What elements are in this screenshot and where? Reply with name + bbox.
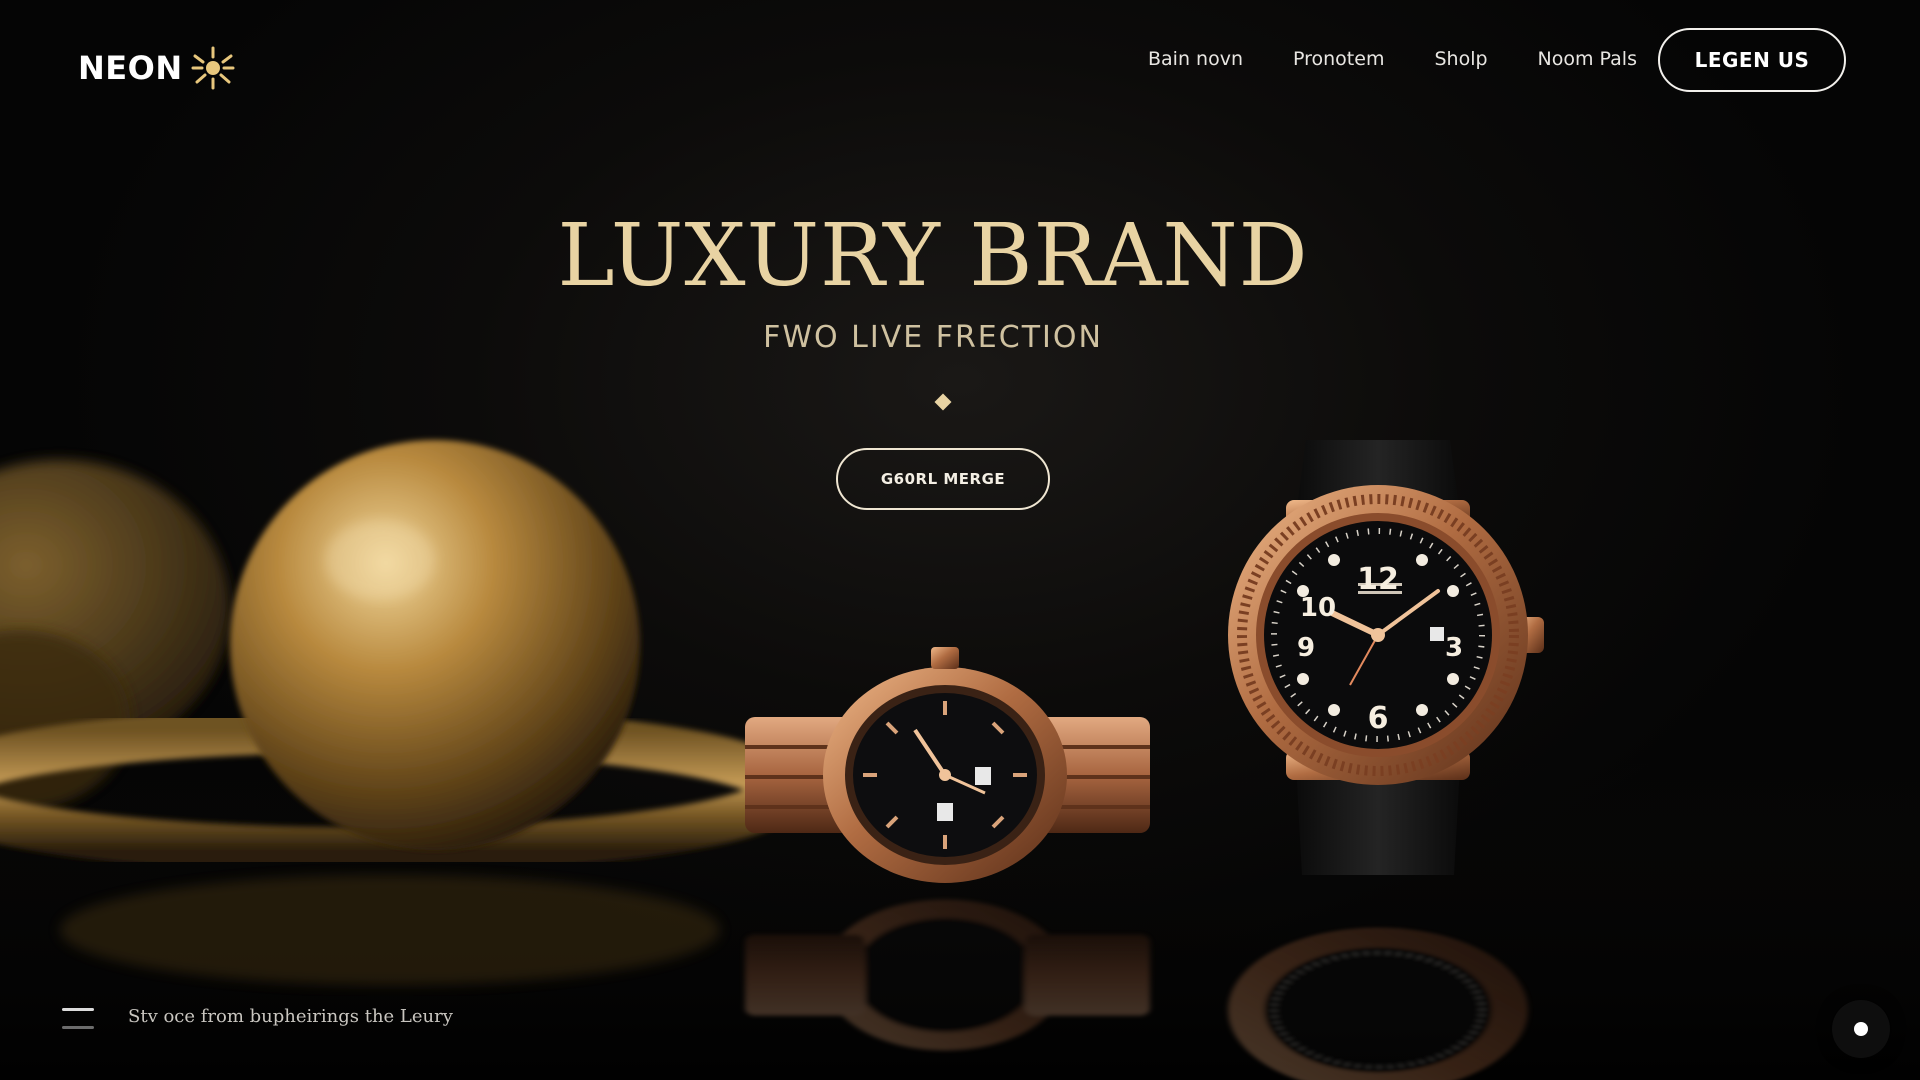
footer-tagline: Stv oce from bupheirings the Leury [128,1006,453,1027]
brand-name: NEON [78,49,183,87]
nav-item-sholp[interactable]: Sholp [1434,48,1487,70]
sun-burst-icon [191,46,235,90]
dial-numeral-3: 3 [1445,633,1463,663]
nav-item-bain-novn[interactable]: Bain novn [1148,48,1243,70]
dial-numeral-6: 6 [1368,701,1389,736]
chat-dot-icon[interactable] [1832,1000,1890,1058]
hero-title: LUXURY BRAND [557,206,1309,306]
nav-item-noom-pals[interactable]: Noom Pals [1538,48,1637,70]
menu-icon-line [62,1008,94,1011]
hero-subtitle: FWO LIVE FRECTION [763,320,1103,355]
dial-numeral-12: 12 [1357,562,1399,597]
legen-us-button[interactable]: LEGEN US [1658,28,1846,92]
nav-item-pronotem[interactable]: Pronotem [1293,48,1384,70]
brand-logo[interactable]: NEON [78,44,237,92]
menu-icon-line [62,1026,94,1029]
hero-cta-button[interactable]: G60RL MERGE [836,448,1050,510]
landing-page: 12 10 9 3 6 NEON Bain novn Pronotem Shol… [0,0,1920,1080]
dial-numeral-9: 9 [1297,633,1315,663]
main-nav: Bain novn Pronotem Sholp Noom Pals [1148,48,1687,70]
dial-numeral-10: 10 [1300,593,1336,623]
hamburger-menu-icon[interactable] [62,1008,94,1032]
product-scene: 12 10 9 3 6 [0,440,1920,1080]
